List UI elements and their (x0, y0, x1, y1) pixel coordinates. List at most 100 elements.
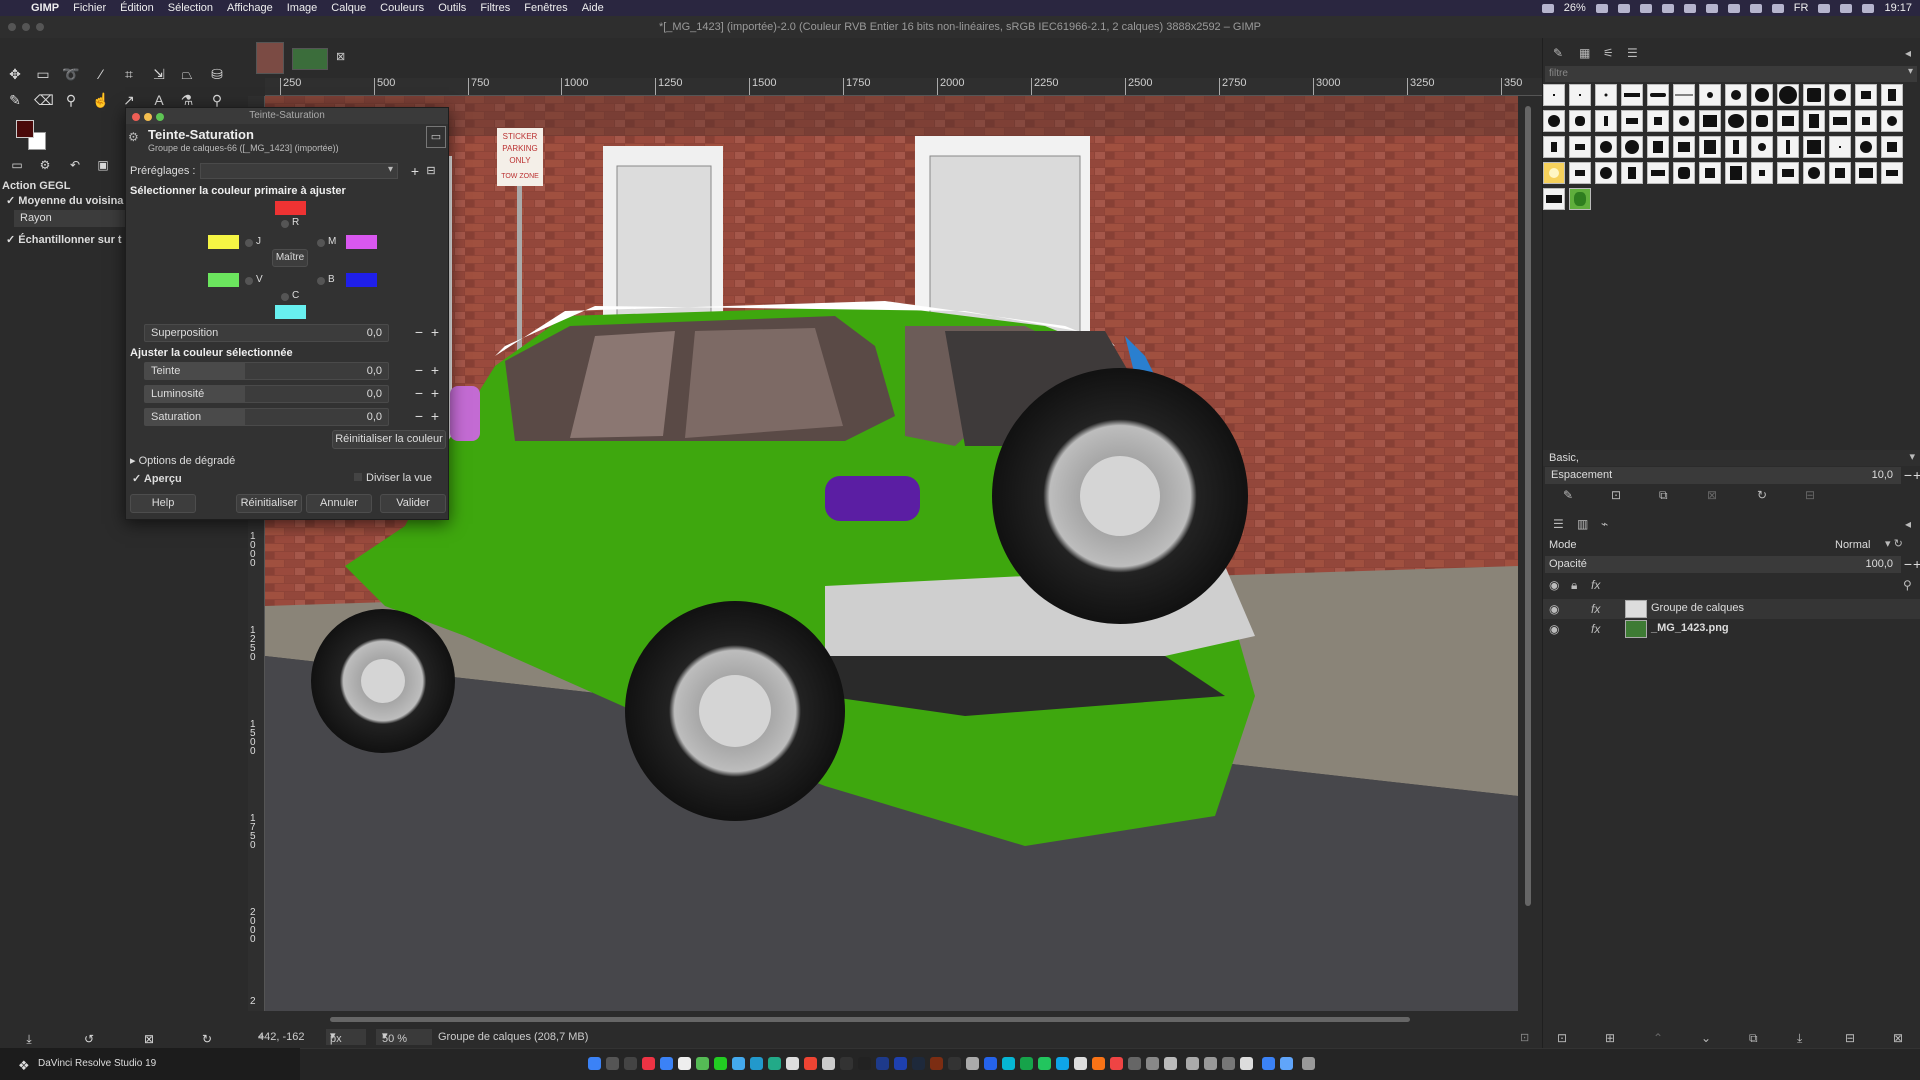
tray-icon[interactable] (1541, 3, 1554, 13)
app-icon[interactable] (876, 1057, 889, 1070)
clock[interactable]: 19:17 (1884, 2, 1912, 14)
reset-color-button[interactable]: Réinitialiser la couleur (332, 430, 446, 449)
brush-item[interactable] (1803, 84, 1825, 106)
brush-item[interactable] (1699, 110, 1721, 132)
save-options-icon[interactable]: ⤓ (20, 1030, 38, 1048)
brush-item[interactable] (1777, 162, 1799, 184)
launchpad-icon[interactable] (606, 1057, 619, 1070)
brush-item[interactable] (1699, 136, 1721, 158)
app-icon[interactable] (1002, 1057, 1015, 1070)
device-status-tab-icon[interactable]: ⚙ (36, 156, 54, 174)
folder-icon[interactable] (1262, 1057, 1275, 1070)
brush-item[interactable] (1751, 84, 1773, 106)
brush-item[interactable] (1621, 110, 1643, 132)
delete-layer-icon[interactable]: ⊠ (1893, 1031, 1903, 1045)
app-icon[interactable] (750, 1057, 763, 1070)
radio-red[interactable] (281, 220, 289, 228)
swatch-blue[interactable] (346, 273, 377, 287)
brush-item[interactable] (1569, 84, 1591, 106)
brush-item[interactable] (1595, 162, 1617, 184)
unit-select[interactable]: px ▾ (326, 1029, 366, 1045)
menu-edition[interactable]: Édition (113, 2, 161, 14)
images-tab-icon[interactable]: ▣ (94, 156, 112, 174)
app-icon[interactable] (732, 1057, 745, 1070)
edit-brush-icon[interactable]: ✎ (1563, 488, 1573, 502)
average-checkbox[interactable]: ✓ Moyenne du voisina (6, 194, 123, 207)
app-icon[interactable] (1092, 1057, 1105, 1070)
cancel-button[interactable]: Annuler (306, 494, 372, 513)
app-icon[interactable] (966, 1057, 979, 1070)
brush-item[interactable] (1855, 84, 1877, 106)
opacity-slider[interactable]: Opacité 100,0 (1545, 556, 1901, 573)
brush-item[interactable] (1595, 110, 1617, 132)
horizontal-scrollbar[interactable] (265, 1011, 1542, 1027)
app-icon[interactable] (948, 1057, 961, 1070)
folder-icon[interactable] (1280, 1057, 1293, 1070)
help-button[interactable]: Help (130, 494, 196, 513)
brush-item[interactable] (1751, 110, 1773, 132)
app-icon[interactable] (1186, 1057, 1199, 1070)
input-source[interactable]: FR (1794, 2, 1809, 14)
app-icon[interactable] (1222, 1057, 1235, 1070)
app-icon[interactable] (1128, 1057, 1141, 1070)
menu-selection[interactable]: Sélection (161, 2, 220, 14)
tray-icon[interactable] (1661, 3, 1674, 13)
scroll-thumb[interactable] (330, 1017, 1410, 1022)
new-layer-icon[interactable]: ⊡ (1557, 1031, 1567, 1045)
app-icon[interactable] (1240, 1057, 1253, 1070)
tool-options-tab-icon[interactable]: ▭ (8, 156, 26, 174)
brush-item[interactable] (1673, 136, 1695, 158)
swatch-yellow[interactable] (208, 235, 239, 249)
app-icon[interactable] (1146, 1057, 1159, 1070)
vertical-scrollbar[interactable] (1518, 96, 1542, 1011)
tray-icon[interactable] (1617, 3, 1630, 13)
brush-item[interactable] (1673, 110, 1695, 132)
brush-item[interactable] (1751, 136, 1773, 158)
bucket-fill-tool-icon[interactable]: ⛁ (208, 65, 226, 83)
lower-layer-icon[interactable]: ⌄ (1701, 1031, 1711, 1045)
close-tab-icon[interactable]: ⊠ (336, 50, 345, 63)
patterns-tab-icon[interactable]: ▦ (1579, 46, 1590, 60)
radius-field[interactable]: Rayon (14, 210, 126, 227)
open-brush-icon[interactable]: ⊟ (1805, 488, 1815, 502)
swatch-cyan[interactable] (275, 305, 306, 319)
new-group-icon[interactable]: ⊞ (1605, 1031, 1615, 1045)
trash-icon[interactable] (1302, 1057, 1315, 1070)
radio-yellow[interactable] (245, 239, 253, 247)
brush-item[interactable] (1829, 110, 1851, 132)
swatch-magenta[interactable] (346, 235, 377, 249)
close-window-button[interactable] (8, 23, 16, 31)
radio-green[interactable] (245, 277, 253, 285)
app-icon[interactable] (642, 1057, 655, 1070)
app-icon[interactable] (660, 1057, 673, 1070)
move-tool-icon[interactable]: ✥ (6, 65, 24, 83)
app-icon[interactable] (786, 1057, 799, 1070)
lightness-decrease[interactable]: − (412, 386, 426, 402)
tray-icon[interactable] (1727, 3, 1740, 13)
control-center-icon[interactable] (1862, 3, 1875, 13)
brush-item[interactable] (1621, 84, 1643, 106)
image-canvas[interactable]: STICKER PARKING ONLY TOW ZONE (265, 96, 1518, 1011)
menu-aide[interactable]: Aide (575, 2, 611, 14)
new-brush-icon[interactable]: ⊡ (1611, 488, 1621, 502)
brush-item[interactable] (1647, 110, 1669, 132)
brush-item[interactable] (1569, 136, 1591, 158)
brush-item[interactable] (1855, 136, 1877, 158)
app-icon[interactable] (858, 1057, 871, 1070)
brush-item[interactable] (1569, 162, 1591, 184)
dialog-close-button[interactable] (132, 113, 140, 121)
menu-image[interactable]: Image (280, 2, 325, 14)
davinci-resolve-app[interactable]: DaVinci Resolve Studio 19 (0, 1048, 300, 1080)
app-icon[interactable] (714, 1057, 727, 1070)
app-icon[interactable] (1074, 1057, 1087, 1070)
refresh-brushes-icon[interactable]: ↻ (1757, 488, 1767, 502)
menu-fenetres[interactable]: Fenêtres (517, 2, 574, 14)
add-preset-icon[interactable]: + (408, 164, 422, 180)
gradients-tab-icon[interactable]: ☰ (1627, 46, 1638, 60)
tray-icon[interactable] (1639, 3, 1652, 13)
blend-options-expander[interactable]: ▸ Options de dégradé (130, 454, 235, 467)
dialog-layer-icon[interactable]: ▭ (426, 126, 446, 148)
brush-item[interactable] (1647, 136, 1669, 158)
brush-item[interactable] (1595, 136, 1617, 158)
finder-icon[interactable] (588, 1057, 601, 1070)
